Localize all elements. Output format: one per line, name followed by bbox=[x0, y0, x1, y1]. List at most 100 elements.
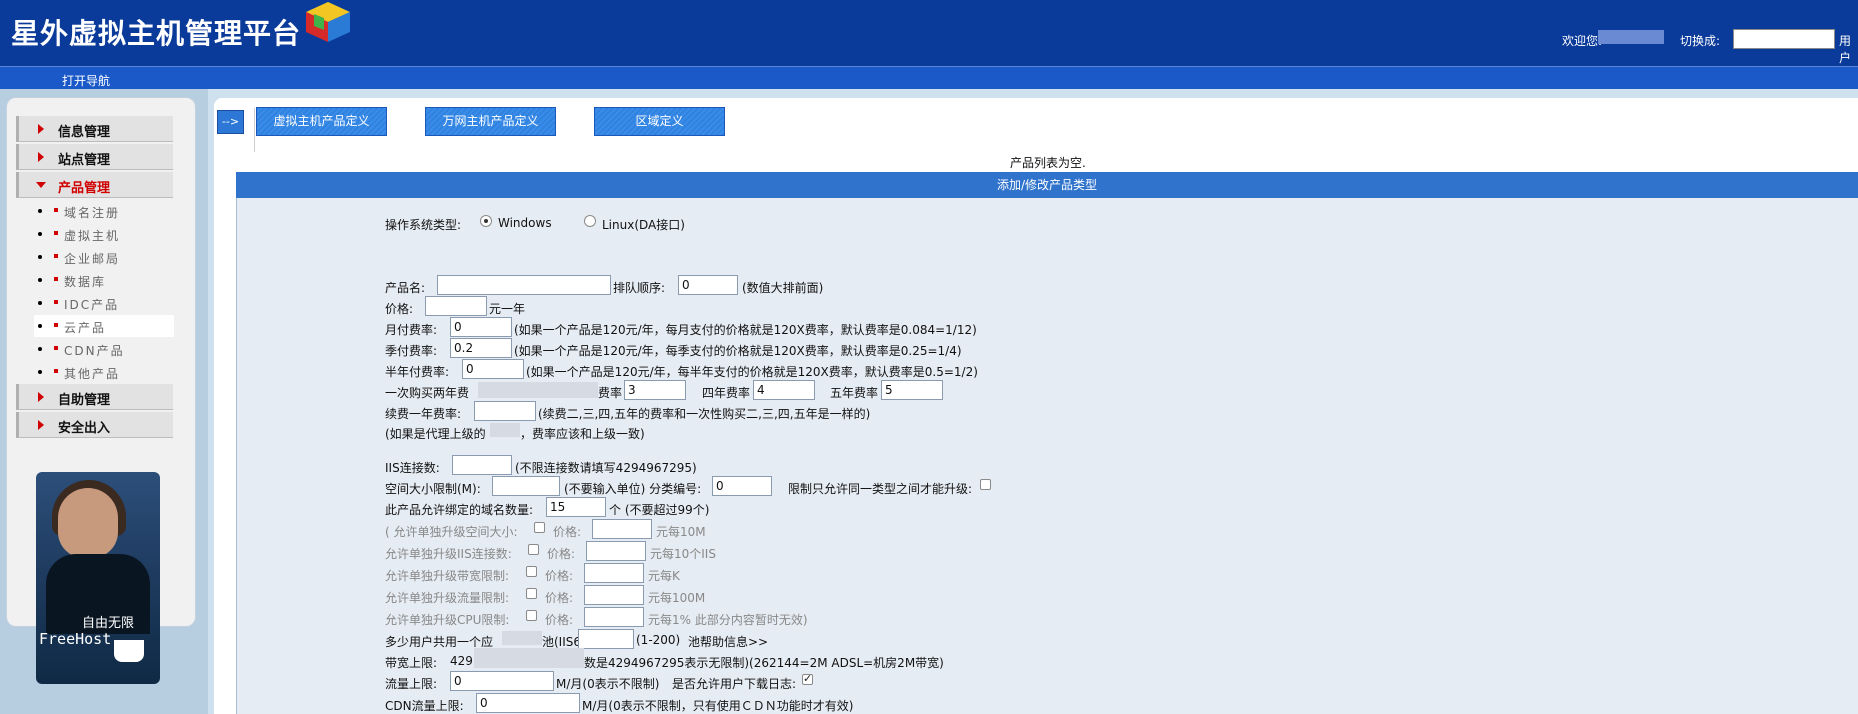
bullet-icon bbox=[38, 347, 42, 351]
sidebar-group-products[interactable]: 产品管理 bbox=[16, 172, 173, 198]
space-limit-hint: (不要输入单位) 分类编号: bbox=[564, 482, 702, 496]
upgrade-cpu-unit: 元每1% 此部分内容暂时无效) bbox=[648, 613, 808, 627]
tab-region[interactable]: 区域定义 bbox=[594, 107, 725, 136]
space-limit-input[interactable] bbox=[492, 476, 560, 496]
cdn-traffic-hint: M/月(0表示不限制，只有使用ＣＤＮ功能时才有效) bbox=[582, 699, 854, 713]
sidebar-item-database[interactable]: 数据库 bbox=[34, 269, 174, 291]
cube-logo-icon bbox=[306, 2, 350, 42]
sort-order-input[interactable]: 0 bbox=[678, 275, 738, 295]
dot-icon bbox=[54, 300, 58, 304]
sidebar-group-sites[interactable]: 站点管理 bbox=[16, 144, 173, 170]
tab-wanwang-product[interactable]: 万网主机产品定义 bbox=[425, 107, 556, 136]
traffic-limit-label: 流量上限: bbox=[385, 677, 438, 691]
upgrade-traffic-price-label: 价格: bbox=[545, 591, 574, 605]
upgrade-cpu-checkbox[interactable] bbox=[526, 610, 537, 621]
upgrade-space-price-label: 价格: bbox=[553, 525, 582, 539]
sidebar-item-vhost[interactable]: 虚拟主机 bbox=[34, 223, 174, 245]
os-windows-radio[interactable] bbox=[480, 215, 492, 227]
upgrade-bandwidth-checkbox[interactable] bbox=[526, 566, 537, 577]
product-name-label: 产品名: bbox=[385, 281, 426, 295]
sidebar-group-label: 产品管理 bbox=[58, 181, 111, 196]
app-pool-hint: (1-200) bbox=[636, 633, 681, 647]
domain-count-hint: 个 (不要超过99个) bbox=[609, 503, 710, 517]
domain-count-input[interactable]: 15 bbox=[546, 497, 606, 517]
renew-rate-input[interactable] bbox=[474, 401, 536, 421]
upgrade-iis-checkbox[interactable] bbox=[528, 544, 539, 555]
upgrade-cpu-label: 允许单独升级CPU限制: bbox=[385, 613, 510, 627]
upgrade-traffic-checkbox[interactable] bbox=[526, 588, 537, 599]
user-label: 用户 bbox=[1839, 34, 1852, 65]
divider bbox=[254, 108, 255, 152]
upgrade-traffic-unit: 元每100M bbox=[648, 591, 706, 605]
upgrade-cpu-price-input[interactable] bbox=[584, 607, 644, 627]
upgrade-bandwidth-price-input[interactable] bbox=[584, 563, 644, 583]
monthly-rate-hint: (如果一个产品是120元/年，每月支付的价格就是120X费率，默认费率是0.08… bbox=[514, 323, 977, 337]
redacted-region bbox=[474, 648, 584, 668]
bandwidth-limit-value[interactable]: 429 bbox=[450, 654, 473, 668]
sidebar-item-label: CDN产品 bbox=[64, 344, 125, 358]
five-year-rate-input[interactable]: 5 bbox=[881, 380, 943, 400]
iis-connections-input[interactable] bbox=[452, 455, 512, 475]
sidebar-item-idc[interactable]: IDC产品 bbox=[34, 292, 174, 314]
sidebar-item-cloud[interactable]: 云产品 bbox=[34, 315, 174, 337]
price-input[interactable] bbox=[425, 296, 487, 316]
toggle-sidebar-button[interactable]: --> bbox=[217, 110, 244, 134]
three-year-rate-input[interactable]: 3 bbox=[624, 380, 686, 400]
upgrade-space-checkbox[interactable] bbox=[534, 522, 545, 533]
agent-rate-hint-b: ，费率应该和上级一致) bbox=[520, 427, 645, 441]
sidebar-item-cdn[interactable]: CDN产品 bbox=[34, 338, 174, 360]
quarterly-rate-input[interactable]: 0.2 bbox=[450, 338, 512, 358]
sidebar-group-label: 信息管理 bbox=[58, 125, 111, 140]
arrow-right-icon bbox=[38, 124, 44, 134]
arrow-down-icon bbox=[36, 182, 46, 188]
upgrade-space-unit: 元每10M bbox=[656, 525, 706, 539]
app-pool-help-link[interactable]: 池帮助信息>> bbox=[688, 633, 768, 650]
upgrade-bandwidth-label: 允许单独升级带宽限制: bbox=[385, 569, 510, 583]
dot-icon bbox=[54, 369, 58, 373]
monthly-rate-input[interactable]: 0 bbox=[450, 317, 512, 337]
upgrade-iis-price-input[interactable] bbox=[586, 541, 646, 561]
product-name-input[interactable] bbox=[437, 275, 611, 295]
os-type-label: 操作系统类型: bbox=[385, 218, 462, 232]
five-year-rate-label: 五年费率 bbox=[830, 386, 879, 400]
sidebar-item-domain[interactable]: 域名注册 bbox=[34, 200, 174, 222]
allow-log-download-checkbox[interactable] bbox=[802, 672, 813, 685]
sidebar-group-self[interactable]: 自助管理 bbox=[16, 384, 173, 410]
two-year-rate-label: 一次购买两年费 bbox=[385, 386, 470, 400]
nav-bar: 打开导航 bbox=[0, 66, 1858, 89]
dot-icon bbox=[54, 323, 58, 327]
sidebar-item-mail[interactable]: 企业邮局 bbox=[34, 246, 174, 268]
half-year-rate-label: 半年付费率: bbox=[385, 365, 450, 379]
three-year-rate-label: 费率 bbox=[598, 386, 623, 400]
same-type-upgrade-checkbox[interactable] bbox=[980, 479, 991, 490]
sidebar-group-info[interactable]: 信息管理 bbox=[16, 116, 173, 142]
username-display bbox=[1598, 30, 1664, 44]
four-year-rate-input[interactable]: 4 bbox=[753, 380, 815, 400]
os-windows-label: Windows bbox=[498, 216, 552, 230]
tab-vhost-product[interactable]: 虚拟主机产品定义 bbox=[256, 107, 387, 136]
app-pool-input[interactable] bbox=[578, 629, 634, 649]
open-nav-link[interactable]: 打开导航 bbox=[62, 72, 110, 89]
redacted-region bbox=[478, 382, 598, 398]
traffic-limit-input[interactable]: 0 bbox=[450, 671, 554, 691]
dot-icon bbox=[54, 277, 58, 281]
cdn-traffic-input[interactable]: 0 bbox=[476, 693, 580, 713]
freehost-ad-banner[interactable]: 自由无限 FreeHost bbox=[36, 472, 160, 684]
switch-user-input[interactable] bbox=[1733, 29, 1835, 49]
bullet-icon bbox=[38, 370, 42, 374]
sidebar-group-security[interactable]: 安全出入 bbox=[16, 412, 173, 438]
os-linux-radio[interactable] bbox=[584, 215, 596, 227]
price-label: 价格: bbox=[385, 302, 414, 316]
dot-icon bbox=[54, 208, 58, 212]
half-year-rate-input[interactable]: 0 bbox=[462, 359, 524, 379]
same-type-upgrade-label: 限制只允许同一类型之间才能升级: bbox=[788, 482, 973, 496]
upgrade-traffic-price-input[interactable] bbox=[584, 585, 644, 605]
category-number-input[interactable]: 0 bbox=[712, 476, 772, 496]
sidebar-item-label: 数据库 bbox=[64, 275, 107, 289]
upgrade-cpu-price-label: 价格: bbox=[545, 613, 574, 627]
ad-photo bbox=[58, 488, 118, 558]
iis-connections-label: IIS连接数: bbox=[385, 461, 440, 475]
sidebar-item-other[interactable]: 其他产品 bbox=[34, 361, 174, 383]
upgrade-space-price-input[interactable] bbox=[592, 519, 652, 539]
bullet-icon bbox=[38, 232, 42, 236]
